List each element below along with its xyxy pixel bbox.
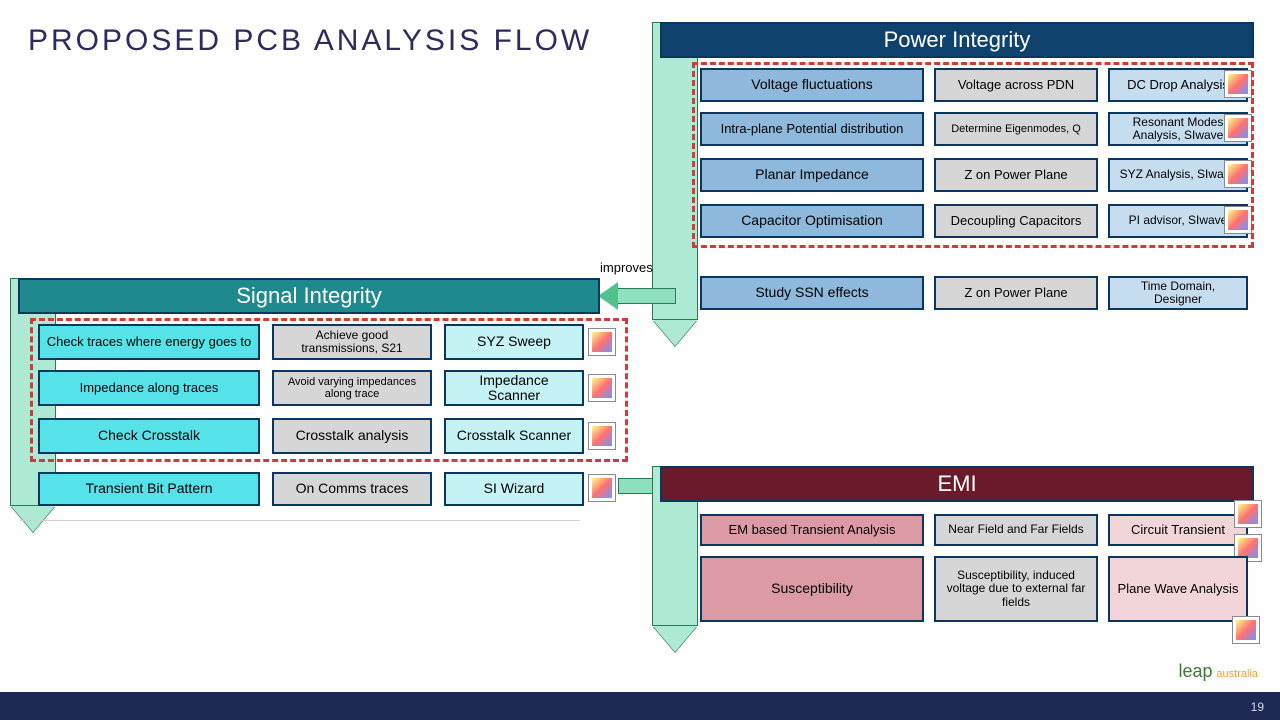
pi-mid: Z on Power Plane	[934, 276, 1098, 310]
si-thumb-icon	[588, 374, 616, 402]
pi-topic: Intra-plane Potential distribution	[700, 112, 924, 146]
slide-title: PROPOSED PCB ANALYSIS FLOW	[28, 24, 592, 58]
si-topic: Impedance along traces	[38, 370, 260, 406]
si-mid: On Comms traces	[272, 472, 432, 506]
si-topic: Check traces where energy goes to	[38, 324, 260, 360]
improves-label: improves	[600, 260, 653, 275]
leap-brand: leap	[1179, 661, 1213, 681]
emi-tool: Circuit Transient	[1108, 514, 1248, 546]
pi-thumb-icon	[1224, 70, 1252, 98]
si-topic: Check Crosstalk	[38, 418, 260, 454]
emi-topic: Susceptibility	[700, 556, 924, 622]
si-tool: Impedance Scanner	[444, 370, 584, 406]
si-tool: Crosstalk Scanner	[444, 418, 584, 454]
si-topic: Transient Bit Pattern	[38, 472, 260, 506]
si-mid: Avoid varying impedances along trace	[272, 370, 432, 406]
pi-topic: Voltage fluctuations	[700, 68, 924, 102]
si-mid: Crosstalk analysis	[272, 418, 432, 454]
page-number: 19	[1251, 700, 1264, 714]
pi-header-label: Power Integrity	[884, 27, 1031, 53]
pi-header: Power Integrity	[660, 22, 1254, 58]
emi-tool: Plane Wave Analysis	[1108, 556, 1248, 622]
si-header-label: Signal Integrity	[236, 283, 382, 309]
leap-suffix: australia	[1216, 668, 1258, 680]
pi-mid: Decoupling Capacitors	[934, 204, 1098, 238]
emi-header: EMI	[660, 466, 1254, 502]
pi-tool: Time Domain, Designer	[1108, 276, 1248, 310]
si-mid: Achieve good transmissions, S21	[272, 324, 432, 360]
pi-thumb-icon	[1224, 206, 1252, 234]
footer-bar: 19	[0, 692, 1280, 720]
si-tool: SYZ Sweep	[444, 324, 584, 360]
pi-topic: Study SSN effects	[700, 276, 924, 310]
slide: PROPOSED PCB ANALYSIS FLOW Power Integri…	[0, 0, 1280, 720]
pi-topic: Planar Impedance	[700, 158, 924, 192]
pi-thumb-icon	[1224, 114, 1252, 142]
leap-logo: leap australia	[1179, 661, 1259, 682]
emi-thumb-icon	[1234, 500, 1262, 528]
emi-topic: EM based Transient Analysis	[700, 514, 924, 546]
si-thumb-icon	[588, 474, 616, 502]
si-thumb-icon	[588, 328, 616, 356]
emi-mid: Near Field and Far Fields	[934, 514, 1098, 546]
emi-header-label: EMI	[937, 471, 976, 497]
emi-thumb-icon	[1232, 616, 1260, 644]
pi-topic: Capacitor Optimisation	[700, 204, 924, 238]
si-tool: SI Wizard	[444, 472, 584, 506]
si-thumb-icon	[588, 422, 616, 450]
pi-mid: Z on Power Plane	[934, 158, 1098, 192]
pi-mid: Determine Eigenmodes, Q	[934, 112, 1098, 146]
pi-thumb-icon	[1224, 160, 1252, 188]
emi-mid: Susceptibility, induced voltage due to e…	[934, 556, 1098, 622]
divider	[20, 520, 580, 521]
si-header: Signal Integrity	[18, 278, 600, 314]
pi-mid: Voltage across PDN	[934, 68, 1098, 102]
